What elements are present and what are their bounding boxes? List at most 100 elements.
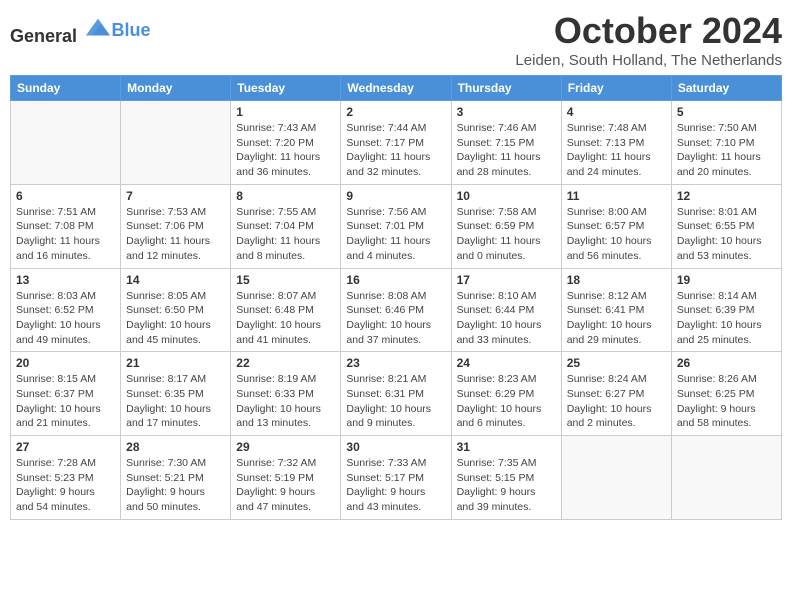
logo-general: General bbox=[10, 26, 77, 46]
table-row: 26 Sunrise: 8:26 AMSunset: 6:25 PMDayligh… bbox=[671, 352, 781, 436]
table-row: 5 Sunrise: 7:50 AMSunset: 7:10 PMDaylight… bbox=[671, 101, 781, 185]
day-info: Sunrise: 8:24 AMSunset: 6:27 PMDaylight:… bbox=[567, 372, 666, 431]
day-info: Sunrise: 8:01 AMSunset: 6:55 PMDaylight:… bbox=[677, 205, 776, 264]
day-info: Sunrise: 8:07 AMSunset: 6:48 PMDaylight:… bbox=[236, 289, 335, 348]
day-number: 7 bbox=[126, 189, 225, 203]
day-number: 29 bbox=[236, 440, 335, 454]
col-tuesday: Tuesday bbox=[231, 76, 341, 101]
day-info: Sunrise: 8:14 AMSunset: 6:39 PMDaylight:… bbox=[677, 289, 776, 348]
table-row: 31 Sunrise: 7:35 AMSunset: 5:15 PMDayligh… bbox=[451, 436, 561, 520]
day-number: 23 bbox=[346, 356, 445, 370]
table-row: 7 Sunrise: 7:53 AMSunset: 7:06 PMDaylight… bbox=[121, 184, 231, 268]
table-row: 30 Sunrise: 7:33 AMSunset: 5:17 PMDayligh… bbox=[341, 436, 451, 520]
col-saturday: Saturday bbox=[671, 76, 781, 101]
calendar-week-row: 6 Sunrise: 7:51 AMSunset: 7:08 PMDaylight… bbox=[11, 184, 782, 268]
day-info: Sunrise: 7:58 AMSunset: 6:59 PMDaylight:… bbox=[457, 205, 556, 264]
day-number: 22 bbox=[236, 356, 335, 370]
calendar-week-row: 27Sunrise: 7:28 AMSunset: 5:23 PMDayligh… bbox=[11, 436, 782, 520]
col-monday: Monday bbox=[121, 76, 231, 101]
day-info: Sunrise: 7:50 AMSunset: 7:10 PMDaylight:… bbox=[677, 121, 776, 180]
day-number: 13 bbox=[16, 273, 115, 287]
table-row: 17 Sunrise: 8:10 AMSunset: 6:44 PMDayligh… bbox=[451, 268, 561, 352]
table-row: 3 Sunrise: 7:46 AMSunset: 7:15 PMDaylight… bbox=[451, 101, 561, 185]
calendar-table: Sunday Monday Tuesday Wednesday Thursday… bbox=[10, 75, 782, 520]
table-row: 16 Sunrise: 8:08 AMSunset: 6:46 PMDayligh… bbox=[341, 268, 451, 352]
col-wednesday: Wednesday bbox=[341, 76, 451, 101]
day-info: Sunrise: 7:33 AMSunset: 5:17 PMDaylight:… bbox=[346, 456, 445, 515]
day-number: 8 bbox=[236, 189, 335, 203]
day-number: 30 bbox=[346, 440, 445, 454]
day-info: Sunrise: 7:35 AMSunset: 5:15 PMDaylight:… bbox=[457, 456, 556, 515]
day-info: Sunrise: 8:23 AMSunset: 6:29 PMDaylight:… bbox=[457, 372, 556, 431]
logo-icon bbox=[84, 14, 112, 42]
day-info: Sunrise: 8:03 AMSunset: 6:52 PMDaylight:… bbox=[16, 289, 115, 348]
day-number: 18 bbox=[567, 273, 666, 287]
table-row: 19Sunrise: 8:14 AMSunset: 6:39 PMDayligh… bbox=[671, 268, 781, 352]
table-row: 6 Sunrise: 7:51 AMSunset: 7:08 PMDaylight… bbox=[11, 184, 121, 268]
table-row bbox=[561, 436, 671, 520]
day-info: Sunrise: 7:51 AMSunset: 7:08 PMDaylight:… bbox=[16, 205, 115, 264]
calendar-week-row: 13 Sunrise: 8:03 AMSunset: 6:52 PMDayligh… bbox=[11, 268, 782, 352]
day-info: Sunrise: 8:05 AMSunset: 6:50 PMDaylight:… bbox=[126, 289, 225, 348]
day-info: Sunrise: 7:56 AMSunset: 7:01 PMDaylight:… bbox=[346, 205, 445, 264]
table-row: 21 Sunrise: 8:17 AMSunset: 6:35 PMDayligh… bbox=[121, 352, 231, 436]
day-number: 5 bbox=[677, 105, 776, 119]
col-sunday: Sunday bbox=[11, 76, 121, 101]
table-row: 24Sunrise: 8:23 AMSunset: 6:29 PMDayligh… bbox=[451, 352, 561, 436]
col-thursday: Thursday bbox=[451, 76, 561, 101]
title-area: October 2024 Leiden, South Holland, The … bbox=[515, 10, 782, 69]
table-row: 28Sunrise: 7:30 AMSunset: 5:21 PMDayligh… bbox=[121, 436, 231, 520]
logo: General Blue bbox=[10, 14, 151, 47]
day-info: Sunrise: 8:26 AMSunset: 6:25 PMDaylight:… bbox=[677, 372, 776, 431]
logo-blue: Blue bbox=[112, 20, 151, 40]
day-number: 9 bbox=[346, 189, 445, 203]
calendar-subtitle: Leiden, South Holland, The Netherlands bbox=[515, 52, 782, 69]
day-info: Sunrise: 8:00 AMSunset: 6:57 PMDaylight:… bbox=[567, 205, 666, 264]
day-info: Sunrise: 7:44 AMSunset: 7:17 PMDaylight:… bbox=[346, 121, 445, 180]
calendar-week-row: 1 Sunrise: 7:43 AMSunset: 7:20 PMDaylight… bbox=[11, 101, 782, 185]
header: General Blue October 2024 Leiden, South … bbox=[10, 10, 782, 69]
table-row: 25 Sunrise: 8:24 AMSunset: 6:27 PMDayligh… bbox=[561, 352, 671, 436]
day-info: Sunrise: 8:10 AMSunset: 6:44 PMDaylight:… bbox=[457, 289, 556, 348]
calendar-header-row: Sunday Monday Tuesday Wednesday Thursday… bbox=[11, 76, 782, 101]
table-row: 22 Sunrise: 8:19 AMSunset: 6:33 PMDayligh… bbox=[231, 352, 341, 436]
day-info: Sunrise: 8:19 AMSunset: 6:33 PMDaylight:… bbox=[236, 372, 335, 431]
day-info: Sunrise: 7:43 AMSunset: 7:20 PMDaylight:… bbox=[236, 121, 335, 180]
day-info: Sunrise: 8:21 AMSunset: 6:31 PMDaylight:… bbox=[346, 372, 445, 431]
day-info: Sunrise: 7:46 AMSunset: 7:15 PMDaylight:… bbox=[457, 121, 556, 180]
table-row bbox=[121, 101, 231, 185]
day-number: 1 bbox=[236, 105, 335, 119]
day-info: Sunrise: 7:48 AMSunset: 7:13 PMDaylight:… bbox=[567, 121, 666, 180]
day-number: 20 bbox=[16, 356, 115, 370]
table-row: 29Sunrise: 7:32 AMSunset: 5:19 PMDayligh… bbox=[231, 436, 341, 520]
day-number: 3 bbox=[457, 105, 556, 119]
day-number: 21 bbox=[126, 356, 225, 370]
day-info: Sunrise: 7:53 AMSunset: 7:06 PMDaylight:… bbox=[126, 205, 225, 264]
calendar-title: October 2024 bbox=[515, 10, 782, 52]
table-row bbox=[11, 101, 121, 185]
table-row: 15 Sunrise: 8:07 AMSunset: 6:48 PMDayligh… bbox=[231, 268, 341, 352]
day-info: Sunrise: 8:08 AMSunset: 6:46 PMDaylight:… bbox=[346, 289, 445, 348]
table-row: 4 Sunrise: 7:48 AMSunset: 7:13 PMDaylight… bbox=[561, 101, 671, 185]
day-info: Sunrise: 8:12 AMSunset: 6:41 PMDaylight:… bbox=[567, 289, 666, 348]
day-number: 31 bbox=[457, 440, 556, 454]
table-row bbox=[671, 436, 781, 520]
day-info: Sunrise: 7:55 AMSunset: 7:04 PMDaylight:… bbox=[236, 205, 335, 264]
day-number: 15 bbox=[236, 273, 335, 287]
table-row: 12 Sunrise: 8:01 AMSunset: 6:55 PMDayligh… bbox=[671, 184, 781, 268]
day-number: 6 bbox=[16, 189, 115, 203]
day-number: 12 bbox=[677, 189, 776, 203]
day-number: 4 bbox=[567, 105, 666, 119]
day-info: Sunrise: 8:17 AMSunset: 6:35 PMDaylight:… bbox=[126, 372, 225, 431]
day-number: 25 bbox=[567, 356, 666, 370]
table-row: 14Sunrise: 8:05 AMSunset: 6:50 PMDayligh… bbox=[121, 268, 231, 352]
day-number: 17 bbox=[457, 273, 556, 287]
day-number: 26 bbox=[677, 356, 776, 370]
table-row: 1 Sunrise: 7:43 AMSunset: 7:20 PMDaylight… bbox=[231, 101, 341, 185]
day-number: 16 bbox=[346, 273, 445, 287]
col-friday: Friday bbox=[561, 76, 671, 101]
table-row: 13 Sunrise: 8:03 AMSunset: 6:52 PMDayligh… bbox=[11, 268, 121, 352]
table-row: 23 Sunrise: 8:21 AMSunset: 6:31 PMDayligh… bbox=[341, 352, 451, 436]
day-number: 28 bbox=[126, 440, 225, 454]
day-info: Sunrise: 8:15 AMSunset: 6:37 PMDaylight:… bbox=[16, 372, 115, 431]
